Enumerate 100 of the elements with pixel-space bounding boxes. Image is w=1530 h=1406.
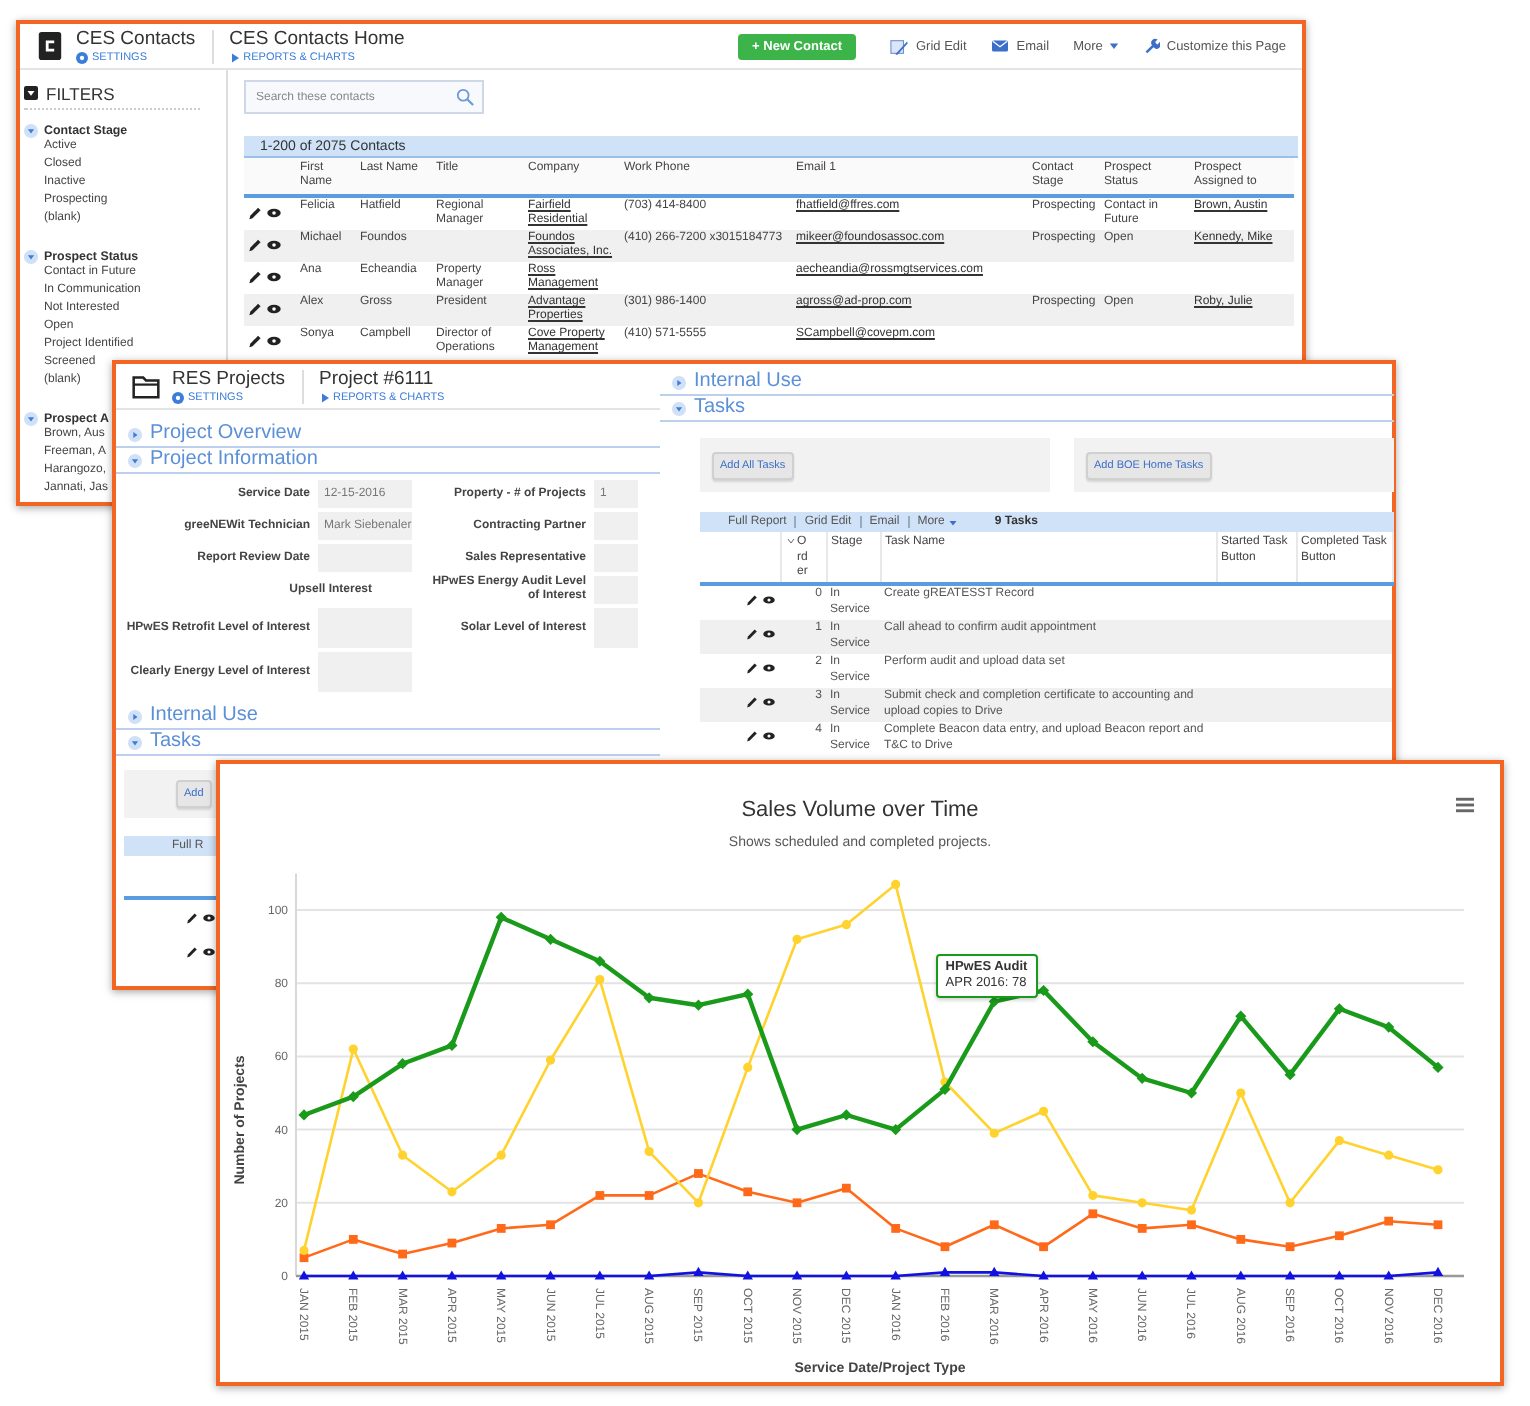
data-point bbox=[1333, 1003, 1345, 1015]
eye-icon[interactable] bbox=[266, 238, 282, 252]
data-point bbox=[546, 1220, 555, 1230]
pencil-icon[interactable] bbox=[248, 270, 262, 284]
gear-icon bbox=[172, 392, 184, 404]
page-title: Project #6111 bbox=[319, 367, 436, 389]
data-point bbox=[1384, 1216, 1394, 1226]
data-point bbox=[1185, 1087, 1198, 1099]
data-point bbox=[1335, 1231, 1344, 1241]
data-point bbox=[743, 1187, 753, 1197]
eye-icon[interactable] bbox=[762, 696, 776, 708]
table-pencil-icon bbox=[888, 37, 910, 55]
data-point bbox=[940, 1242, 950, 1252]
data-point bbox=[1383, 1270, 1394, 1280]
data-point bbox=[496, 1270, 507, 1280]
caret-icon bbox=[1108, 40, 1121, 52]
data-point bbox=[644, 1191, 654, 1200]
data-point bbox=[1186, 1270, 1197, 1280]
data-point bbox=[348, 1270, 359, 1280]
data-point bbox=[891, 879, 901, 889]
data-point bbox=[496, 1224, 506, 1233]
data-point bbox=[989, 1220, 999, 1230]
data-point bbox=[694, 1169, 703, 1178]
data-point bbox=[644, 1146, 654, 1157]
eye-icon[interactable] bbox=[202, 911, 216, 923]
app-title: CES Contacts bbox=[76, 27, 196, 49]
data-point bbox=[1285, 1198, 1295, 1208]
eye-icon[interactable] bbox=[266, 302, 282, 316]
eye-icon[interactable] bbox=[762, 730, 776, 742]
pencil-icon[interactable] bbox=[746, 730, 758, 742]
data-point bbox=[545, 1270, 556, 1280]
pencil-icon[interactable] bbox=[248, 302, 262, 316]
data-point bbox=[1038, 1106, 1049, 1116]
data-point bbox=[447, 1187, 457, 1197]
data-point bbox=[841, 920, 851, 930]
data-point bbox=[1039, 1242, 1048, 1252]
eye-icon[interactable] bbox=[762, 662, 776, 674]
data-point bbox=[1432, 1061, 1444, 1073]
app-title: RES Projects bbox=[172, 367, 285, 389]
data-point bbox=[1235, 1010, 1247, 1022]
folder-icon bbox=[132, 372, 160, 400]
data-point bbox=[347, 1091, 359, 1103]
pencil-icon[interactable] bbox=[746, 662, 758, 674]
page-title: CES Contacts Home bbox=[229, 27, 405, 49]
data-point bbox=[1088, 1190, 1098, 1201]
data-point bbox=[595, 1191, 605, 1200]
data-point bbox=[348, 1044, 358, 1054]
data-point bbox=[446, 1270, 458, 1280]
data-point bbox=[939, 1266, 951, 1276]
data-point bbox=[1384, 1150, 1394, 1160]
data-point bbox=[1433, 1165, 1443, 1175]
menu-icon[interactable] bbox=[1454, 796, 1476, 814]
data-point bbox=[544, 933, 557, 945]
pencil-icon[interactable] bbox=[746, 628, 758, 640]
data-point bbox=[890, 1124, 902, 1136]
data-point bbox=[742, 1270, 753, 1280]
data-point bbox=[1235, 1270, 1246, 1280]
data-point bbox=[398, 1249, 407, 1259]
data-point bbox=[792, 1198, 802, 1208]
pencil-icon[interactable] bbox=[248, 334, 262, 348]
data-point bbox=[1236, 1088, 1246, 1098]
data-point bbox=[397, 1058, 409, 1070]
data-point bbox=[1087, 1036, 1099, 1048]
data-point bbox=[1284, 1069, 1296, 1081]
sort-icon[interactable] bbox=[785, 536, 795, 546]
search-icon[interactable] bbox=[456, 88, 474, 106]
eye-icon[interactable] bbox=[762, 594, 776, 606]
eye-icon[interactable] bbox=[202, 945, 216, 957]
data-point bbox=[1433, 1220, 1443, 1230]
data-point bbox=[989, 1128, 999, 1138]
data-point bbox=[595, 974, 605, 985]
eye-icon[interactable] bbox=[266, 270, 282, 284]
data-point bbox=[545, 1055, 556, 1065]
play-icon bbox=[229, 52, 240, 64]
gear-icon bbox=[76, 52, 88, 64]
filters-title: FILTERS bbox=[46, 83, 115, 103]
data-point bbox=[692, 999, 705, 1011]
data-point bbox=[298, 1270, 310, 1280]
data-point bbox=[1137, 1224, 1147, 1233]
eye-icon[interactable] bbox=[266, 206, 282, 220]
pencil-icon[interactable] bbox=[186, 911, 198, 923]
data-point bbox=[693, 1198, 704, 1208]
caret-icon bbox=[948, 517, 959, 527]
pencil-icon[interactable] bbox=[248, 206, 262, 220]
data-point bbox=[693, 1266, 704, 1276]
eye-icon[interactable] bbox=[762, 628, 776, 640]
data-point bbox=[891, 1224, 901, 1233]
caret-icon[interactable] bbox=[24, 86, 38, 100]
pencil-icon[interactable] bbox=[746, 594, 758, 606]
play-icon bbox=[319, 392, 329, 404]
data-point bbox=[840, 1109, 852, 1121]
data-point bbox=[1136, 1270, 1148, 1280]
wrench-icon bbox=[1144, 38, 1161, 54]
data-point bbox=[890, 1270, 901, 1280]
pencil-icon[interactable] bbox=[248, 238, 262, 252]
data-point bbox=[594, 955, 606, 967]
pencil-icon[interactable] bbox=[746, 696, 758, 708]
eye-icon[interactable] bbox=[266, 334, 282, 348]
pencil-icon[interactable] bbox=[186, 945, 198, 957]
envelope-icon bbox=[990, 38, 1011, 54]
